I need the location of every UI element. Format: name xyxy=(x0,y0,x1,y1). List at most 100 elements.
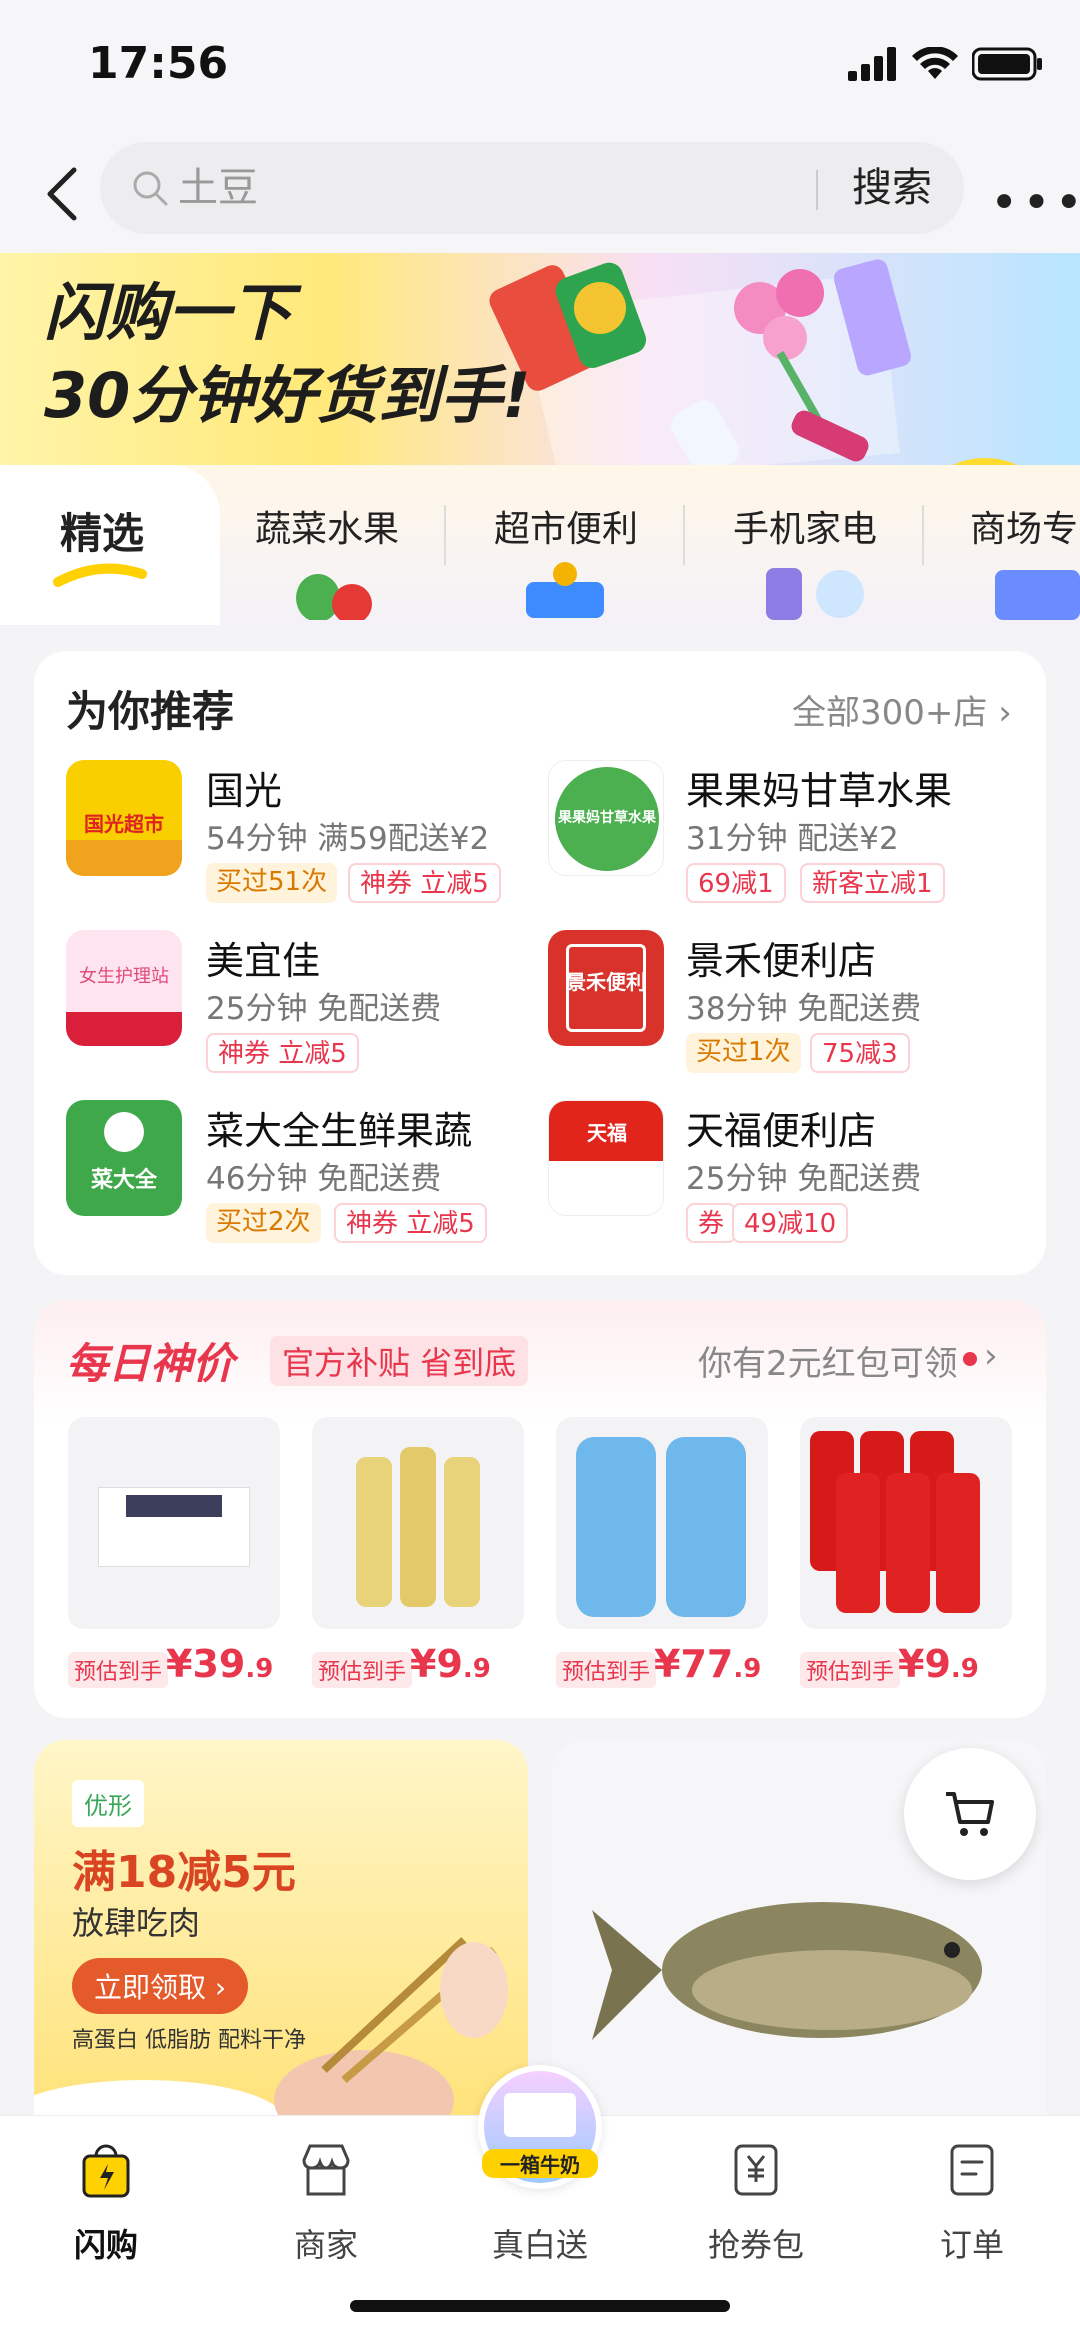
shop-tag: 神券 立减5 xyxy=(334,1203,487,1243)
price-integer: ¥39 xyxy=(166,1642,246,1686)
shop-meta: 25分钟 免配送费 xyxy=(206,991,442,1027)
logo-text: 国光超市 xyxy=(84,812,164,836)
daily-subtitle: 官方补贴 省到底 xyxy=(270,1336,529,1386)
logo-text: 景禾便利 xyxy=(566,970,646,994)
tab-mall[interactable]: 商场专 xyxy=(970,500,1078,552)
shop-tag: 神券 立减5 xyxy=(348,863,501,903)
price-cents: .9 xyxy=(733,1654,762,1684)
basket-icon xyxy=(526,562,604,618)
shop-tag: 神券 立减5 xyxy=(206,1033,359,1073)
floating-cart-button[interactable] xyxy=(904,1748,1036,1880)
gift-badge: 一箱牛奶 xyxy=(482,2149,598,2178)
search-button[interactable]: 搜索 xyxy=(852,158,932,218)
system-icons xyxy=(848,44,1044,84)
logo-text: 女生护理站 xyxy=(79,966,169,987)
logo-text: 菜大全 xyxy=(90,1168,157,1193)
shop-logo[interactable]: 景禾便利 xyxy=(548,930,664,1046)
shop-tag: 买过2次 xyxy=(206,1203,321,1243)
search-input[interactable]: 土豆 xyxy=(178,158,258,218)
home-indicator xyxy=(350,2300,730,2312)
price-integer: ¥77 xyxy=(654,1642,734,1686)
tab-divider xyxy=(444,505,446,565)
order-icon[interactable] xyxy=(942,2140,1002,2200)
tab-divider xyxy=(683,505,685,565)
shop-logo[interactable]: 国光超市 xyxy=(66,760,182,876)
shop-tag: 49减10 xyxy=(732,1203,849,1243)
logo-text: 果果妈甘草水果 xyxy=(558,810,656,826)
tab-supermarket[interactable]: 超市便利 xyxy=(494,500,638,552)
tab-divider xyxy=(922,505,924,565)
red-packet-link[interactable]: 你有2元红包可领 xyxy=(698,1336,958,1385)
wifi-icon xyxy=(912,47,958,79)
shop-tag: 买过51次 xyxy=(206,863,338,903)
daily-title: 每日神价 xyxy=(66,1339,235,1388)
product-price: ¥9.9 xyxy=(898,1642,979,1686)
signal-icon xyxy=(848,47,896,81)
chevron-right-icon[interactable]: › xyxy=(984,1336,998,1376)
nav-flash[interactable]: 闪购 xyxy=(26,2220,186,2266)
shop-tag: 券 xyxy=(686,1203,737,1243)
price-label: 预估到手 xyxy=(800,1652,901,1688)
nav-orders[interactable]: 订单 xyxy=(892,2220,1052,2266)
product-image-cola[interactable] xyxy=(800,1417,1012,1629)
product-image-tea[interactable] xyxy=(312,1417,524,1629)
product-image-detergent[interactable] xyxy=(556,1417,768,1629)
tab-vegetables-fruits[interactable]: 蔬菜水果 xyxy=(255,500,399,552)
mall-icon xyxy=(995,570,1080,620)
product-price: ¥9.9 xyxy=(410,1642,491,1686)
shop-tag: 75减3 xyxy=(810,1033,910,1073)
appliance-icon xyxy=(766,568,864,620)
back-arrow-icon[interactable] xyxy=(40,164,86,224)
notification-dot xyxy=(963,1352,977,1366)
tab-phones-appliances[interactable]: 手机家电 xyxy=(733,500,877,552)
gift-milk-icon xyxy=(504,2093,576,2137)
shop-name[interactable]: 国光 xyxy=(206,760,282,815)
shop-name[interactable]: 景禾便利店 xyxy=(686,930,876,985)
price-integer: ¥9 xyxy=(410,1642,463,1686)
product-image-milk[interactable] xyxy=(68,1417,280,1629)
shop-logo[interactable]: 菜大全 xyxy=(66,1100,182,1216)
banner-subheadline: 30分钟好货到手! xyxy=(44,359,531,432)
promo-headline: 满18减5元 xyxy=(72,1847,296,1898)
promo-brand-badge: 优形 xyxy=(72,1780,144,1827)
tab-highlight-swoosh xyxy=(53,563,147,587)
nav-free-gift[interactable]: 真白送 xyxy=(460,2220,620,2266)
nav-coupons[interactable]: 抢券包 xyxy=(676,2220,836,2266)
shop-meta: 54分钟 满59配送¥2 xyxy=(206,821,490,857)
cart-icon xyxy=(946,1792,994,1836)
recommend-more-link[interactable]: 全部300+店 › xyxy=(792,685,1012,734)
banner-headline: 闪购一下 xyxy=(44,276,293,349)
store-icon[interactable] xyxy=(296,2140,356,2200)
shop-meta: 38分钟 免配送费 xyxy=(686,991,922,1027)
shop-name[interactable]: 果果妈甘草水果 xyxy=(686,760,952,815)
price-label: 预估到手 xyxy=(68,1652,169,1688)
shop-tag: 买过1次 xyxy=(686,1033,801,1073)
product-price: ¥39.9 xyxy=(166,1642,273,1686)
vegetable-icon xyxy=(296,574,372,620)
shop-tag: 69减1 xyxy=(686,863,786,903)
shop-name[interactable]: 美宜佳 xyxy=(206,930,320,985)
price-cents: .9 xyxy=(950,1654,979,1684)
price-integer: ¥9 xyxy=(898,1642,951,1686)
logo-text: 天福 xyxy=(587,1121,627,1145)
price-cents: .9 xyxy=(245,1654,274,1684)
promo-subtitle: 放肆吃肉 xyxy=(72,1904,201,1942)
tab-featured[interactable]: 精选 xyxy=(60,500,144,561)
claim-button[interactable]: 立即领取 › xyxy=(72,1958,249,2014)
coupon-icon[interactable] xyxy=(726,2140,786,2200)
shop-meta: 46分钟 免配送费 xyxy=(206,1161,442,1197)
flash-bag-icon[interactable] xyxy=(76,2140,136,2200)
shop-logo[interactable]: 女生护理站 xyxy=(66,930,182,1046)
more-options-icon[interactable]: ••• xyxy=(990,175,1080,231)
shop-name[interactable]: 天福便利店 xyxy=(686,1100,876,1155)
recommend-title: 为你推荐 xyxy=(66,687,235,736)
shop-logo[interactable]: 果果妈甘草水果 xyxy=(548,760,664,876)
shop-tag: 新客立减1 xyxy=(800,863,945,903)
shop-name[interactable]: 菜大全生鲜果蔬 xyxy=(206,1100,472,1155)
promo-features: 高蛋白 低脂肪 配料干净 xyxy=(72,2028,306,2053)
shop-logo[interactable]: 天福 xyxy=(548,1100,664,1216)
nav-merchants[interactable]: 商家 xyxy=(246,2220,406,2266)
gift-milk-button[interactable]: 一箱牛奶 xyxy=(478,2065,602,2189)
search-icon xyxy=(133,171,168,206)
shop-meta: 31分钟 配送¥2 xyxy=(686,821,899,857)
